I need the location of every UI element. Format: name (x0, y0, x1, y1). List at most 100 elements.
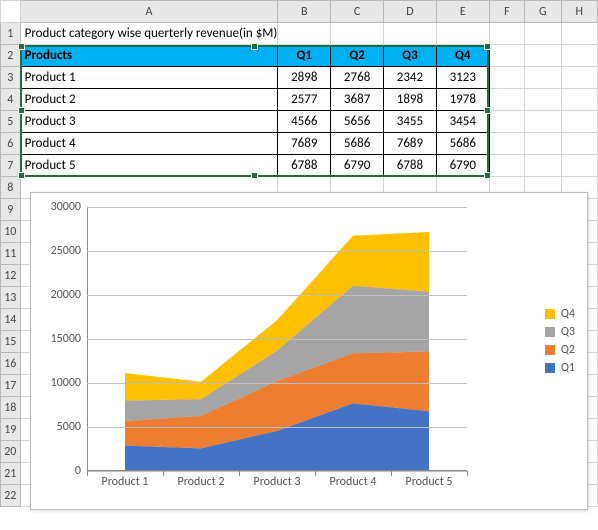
cell-F5[interactable] (489, 111, 524, 133)
row-header-16[interactable]: 16 (1, 353, 21, 375)
cell-B5[interactable]: 4566 (278, 111, 331, 133)
cell-B3[interactable]: 2898 (278, 67, 331, 89)
gridline (87, 295, 467, 296)
select-all-corner[interactable] (1, 1, 21, 23)
cell-B7[interactable]: 6788 (278, 155, 331, 177)
row-header-19[interactable]: 19 (1, 419, 21, 441)
cell-H4[interactable] (561, 89, 597, 111)
row-header-5[interactable]: 5 (1, 111, 21, 133)
column-header-A[interactable]: A (20, 1, 278, 23)
cell-D5[interactable]: 3455 (384, 111, 437, 133)
cell-A6[interactable]: Product 4 (20, 133, 278, 155)
row-header-1[interactable]: 1 (1, 23, 21, 45)
cell-C7[interactable]: 6790 (331, 155, 384, 177)
column-header-G[interactable]: G (525, 1, 561, 23)
cell-C3[interactable]: 2768 (331, 67, 384, 89)
row-header-21[interactable]: 21 (1, 463, 21, 485)
cell-H3[interactable] (561, 67, 597, 89)
row-header-10[interactable]: 10 (1, 221, 21, 243)
row-header-2[interactable]: 2 (1, 45, 21, 67)
cell-G7[interactable] (525, 155, 561, 177)
row-header-3[interactable]: 3 (1, 67, 21, 89)
row-header-11[interactable]: 11 (1, 243, 21, 265)
cell-E2[interactable]: Q4 (436, 45, 489, 67)
row-header-7[interactable]: 7 (1, 155, 21, 177)
cell-E3[interactable]: 3123 (436, 67, 489, 89)
cell-D4[interactable]: 1898 (384, 89, 437, 111)
column-header-B[interactable]: B (278, 1, 331, 23)
legend-item-Q2: Q2 (545, 343, 575, 357)
cell-F2[interactable] (489, 45, 524, 67)
column-header-E[interactable]: E (436, 1, 489, 23)
gridline (87, 251, 467, 252)
cell-F1[interactable] (489, 23, 524, 45)
cell-D3[interactable]: 2342 (384, 67, 437, 89)
cell-D1[interactable] (384, 23, 437, 45)
cell-E5[interactable]: 3454 (436, 111, 489, 133)
cell-H6[interactable] (561, 133, 597, 155)
plot-area: 050001000015000200002500030000Product 1P… (87, 207, 467, 471)
gridline (87, 207, 467, 208)
cell-G1[interactable] (525, 23, 561, 45)
column-header-H[interactable]: H (561, 1, 597, 23)
column-header-D[interactable]: D (384, 1, 437, 23)
cell-E7[interactable]: 6790 (436, 155, 489, 177)
row-header-17[interactable]: 17 (1, 375, 21, 397)
row-header-22[interactable]: 22 (1, 485, 21, 507)
stacked-area-chart[interactable]: 050001000015000200002500030000Product 1P… (30, 192, 588, 510)
cell-E6[interactable]: 5686 (436, 133, 489, 155)
row-header-20[interactable]: 20 (1, 441, 21, 463)
cell-D6[interactable]: 7689 (384, 133, 437, 155)
cell-H7[interactable] (561, 155, 597, 177)
row-header-15[interactable]: 15 (1, 331, 21, 353)
cell-F6[interactable] (489, 133, 524, 155)
cell-B1[interactable] (278, 23, 331, 45)
cell-A2[interactable]: Products (20, 45, 278, 67)
cell-B4[interactable]: 2577 (278, 89, 331, 111)
y-axis-label: 25000 (51, 244, 81, 258)
cell-G3[interactable] (525, 67, 561, 89)
cell-A4[interactable]: Product 2 (20, 89, 278, 111)
cell-A3[interactable]: Product 1 (20, 67, 278, 89)
y-axis-label: 10000 (51, 376, 81, 390)
row-header-12[interactable]: 12 (1, 265, 21, 287)
cell-C2[interactable]: Q2 (331, 45, 384, 67)
cell-G2[interactable] (525, 45, 561, 67)
cell-A1[interactable]: Product category wise querterly revenue(… (20, 23, 278, 45)
cell-A5[interactable]: Product 3 (20, 111, 278, 133)
cell-C5[interactable]: 5656 (331, 111, 384, 133)
cell-D7[interactable]: 6788 (384, 155, 437, 177)
row-header-14[interactable]: 14 (1, 309, 21, 331)
column-header-F[interactable]: F (489, 1, 524, 23)
cell-G4[interactable] (525, 89, 561, 111)
cell-H1[interactable] (561, 23, 597, 45)
cell-C1[interactable] (331, 23, 384, 45)
row-header-6[interactable]: 6 (1, 133, 21, 155)
gridline (87, 471, 467, 472)
cell-D2[interactable]: Q3 (384, 45, 437, 67)
cell-G5[interactable] (525, 111, 561, 133)
cell-H5[interactable] (561, 111, 597, 133)
row-header-4[interactable]: 4 (1, 89, 21, 111)
row-header-8[interactable]: 8 (1, 177, 21, 199)
cell-C6[interactable]: 5686 (331, 133, 384, 155)
cell-F3[interactable] (489, 67, 524, 89)
row-header-9[interactable]: 9 (1, 199, 21, 221)
cell-F4[interactable] (489, 89, 524, 111)
row-header-13[interactable]: 13 (1, 287, 21, 309)
y-axis-label: 5000 (57, 420, 81, 434)
cell-E1[interactable] (436, 23, 489, 45)
cell-G6[interactable] (525, 133, 561, 155)
cell-B6[interactable]: 7689 (278, 133, 331, 155)
cell-F7[interactable] (489, 155, 524, 177)
cell-B2[interactable]: Q1 (278, 45, 331, 67)
row-header-18[interactable]: 18 (1, 397, 21, 419)
x-axis-label: Product 1 (101, 475, 148, 489)
cell-A7[interactable]: Product 5 (20, 155, 278, 177)
column-header-C[interactable]: C (331, 1, 384, 23)
cell-C4[interactable]: 3687 (331, 89, 384, 111)
cell-E4[interactable]: 1978 (436, 89, 489, 111)
x-tick (467, 471, 468, 476)
cell-H2[interactable] (561, 45, 597, 67)
gridline (87, 339, 467, 340)
